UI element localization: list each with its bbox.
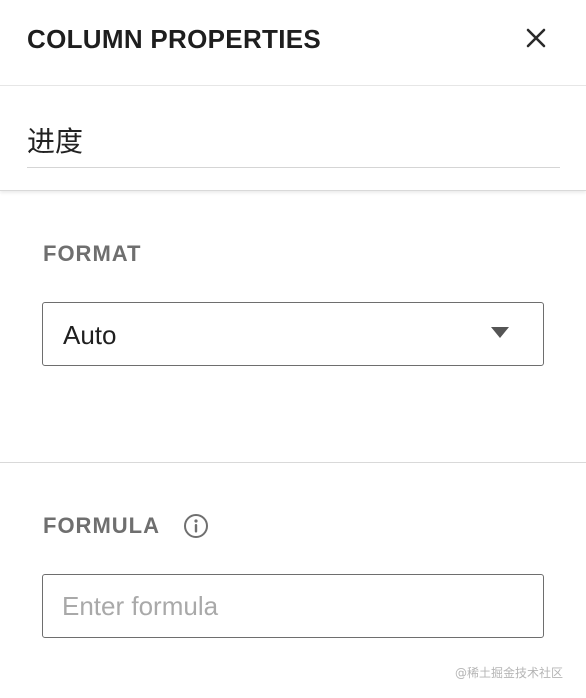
close-icon: [526, 28, 546, 48]
close-button[interactable]: [518, 20, 554, 56]
info-icon[interactable]: [183, 513, 209, 539]
formula-input[interactable]: [42, 574, 544, 638]
panel-title: COLUMN PROPERTIES: [27, 24, 322, 54]
watermark: @稀土掘金技术社区: [455, 666, 564, 680]
format-label: FORMAT: [43, 241, 142, 266]
formula-label: FORMULA: [43, 513, 160, 538]
column-properties-panel: COLUMN PROPERTIES FORMAT Auto FORMULA @稀…: [0, 0, 586, 698]
chevron-down-icon: [491, 327, 509, 338]
panel-header: COLUMN PROPERTIES: [0, 0, 586, 86]
format-select[interactable]: Auto: [42, 302, 544, 366]
format-selected-value: Auto: [63, 320, 117, 350]
column-name-input[interactable]: [27, 112, 560, 168]
section-divider: [0, 462, 586, 463]
column-name-section: [0, 86, 586, 191]
